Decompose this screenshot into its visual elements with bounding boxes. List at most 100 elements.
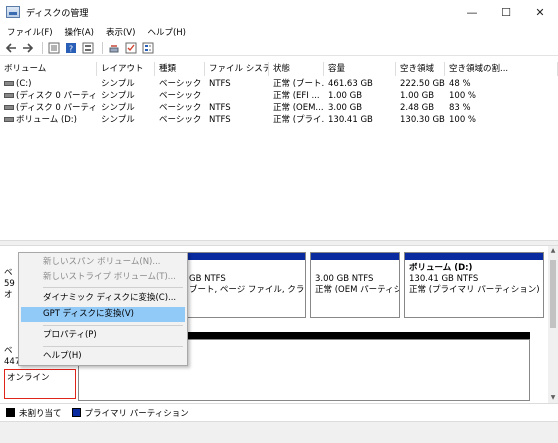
- close-button[interactable]: ✕: [523, 0, 557, 24]
- menu-help[interactable]: ヘルプ(H): [140, 26, 191, 38]
- cell-capacity: 3.00 GB: [328, 103, 363, 113]
- col-free-percent[interactable]: 空き領域の割...: [445, 62, 558, 76]
- cell-layout: シンプル: [101, 115, 135, 125]
- maximize-button[interactable]: ☐: [489, 0, 523, 24]
- menu-separator: [43, 346, 183, 347]
- menu-file[interactable]: ファイル(F): [0, 26, 58, 38]
- primary-partition-bar: [311, 253, 399, 260]
- title-bar: ディスクの管理 — ☐ ✕: [0, 0, 558, 24]
- toolbar: ?: [0, 40, 558, 56]
- cell-status: 正常 (EFI ...: [273, 91, 320, 101]
- partition-c[interactable]: GB NTFS ブート, ページ ファイル, クラッシュ ダン: [184, 252, 306, 318]
- back-arrow-icon[interactable]: [4, 42, 18, 54]
- cell-free-space: 2.48 GB: [400, 103, 435, 113]
- scroll-up-icon[interactable]: ▲: [548, 246, 558, 256]
- disk-list-icon[interactable]: [47, 42, 61, 54]
- col-capacity[interactable]: 容量: [324, 62, 396, 76]
- partition-status: 正常 (プライマリ パーティション): [409, 285, 540, 295]
- partition-c-text: GB NTFS ブート, ページ ファイル, クラッシュ ダン: [185, 260, 305, 299]
- toolbar-divider: [42, 41, 43, 54]
- col-type[interactable]: 種類: [155, 62, 205, 76]
- menu-new-striped-volume[interactable]: 新しいストライプ ボリューム(T)...: [21, 270, 185, 285]
- window-title: ディスクの管理: [26, 8, 89, 19]
- svg-text:?: ?: [69, 44, 73, 53]
- cell-status: 正常 (OEM...: [273, 103, 324, 113]
- menu-action[interactable]: 操作(A): [58, 26, 99, 38]
- scroll-down-icon[interactable]: ▼: [548, 393, 558, 403]
- minimize-button[interactable]: —: [455, 0, 489, 24]
- partition-status: 正常 (OEM パーティショ: [315, 285, 399, 295]
- menu-help-item[interactable]: ヘルプ(H): [21, 349, 185, 364]
- cell-free-percent: 48 %: [449, 79, 471, 89]
- menu-separator: [43, 287, 183, 288]
- menu-separator: [43, 325, 183, 326]
- primary-partition-bar: [405, 253, 543, 260]
- volume-table-header: ボリューム レイアウト 種類 ファイル システム 状態 容量 空き領域 空き領域…: [0, 62, 558, 76]
- menu-convert-gpt[interactable]: GPT ディスクに変換(V): [21, 307, 185, 322]
- col-free-space[interactable]: 空き領域: [396, 62, 445, 76]
- scroll-thumb[interactable]: [550, 260, 556, 328]
- cell-status: 正常 (プライ...: [273, 115, 324, 125]
- cell-layout: シンプル: [101, 103, 135, 113]
- cell-volume: (C:): [0, 78, 97, 90]
- cell-type: ベーシック: [159, 115, 202, 125]
- menu-convert-dynamic[interactable]: ダイナミック ディスクに変換(C)...: [21, 291, 185, 306]
- cell-free-percent: 83 %: [449, 103, 471, 113]
- volume-icon: [4, 117, 14, 122]
- volume-icon: [4, 105, 14, 110]
- cell-free-space: 1.00 GB: [400, 91, 435, 101]
- forward-arrow-icon[interactable]: [21, 42, 35, 54]
- table-row[interactable]: (ディスク 0 パーティショ... シンプル ベーシック NTFS 正常 (OE…: [0, 102, 558, 114]
- legend-primary: プライマリ パーティション: [84, 408, 189, 419]
- disk-management-icon: [6, 6, 20, 18]
- cell-filesystem: NTFS: [209, 79, 231, 89]
- partition-size: 3.00 GB NTFS: [315, 274, 374, 284]
- partition-oem[interactable]: 3.00 GB NTFS 正常 (OEM パーティショ: [310, 252, 400, 318]
- partition-oem-text: 3.00 GB NTFS 正常 (OEM パーティショ: [311, 260, 399, 299]
- partition-d-text: ボリューム (D:) 130.41 GB NTFS 正常 (プライマリ パーティ…: [405, 260, 543, 299]
- check-icon[interactable]: [124, 42, 138, 54]
- unallocated-swatch: [6, 408, 15, 417]
- table-row[interactable]: (ディスク 0 パーティショ... シンプル ベーシック 正常 (EFI ...…: [0, 90, 558, 102]
- menu-view[interactable]: 表示(V): [99, 26, 140, 38]
- cell-layout: シンプル: [101, 79, 135, 89]
- view-icon[interactable]: [141, 42, 155, 54]
- col-status[interactable]: 状態: [269, 62, 324, 76]
- menu-properties[interactable]: プロパティ(P): [21, 328, 185, 343]
- cell-type: ベーシック: [159, 91, 202, 101]
- volume-icon: [4, 81, 14, 86]
- cell-capacity: 1.00 GB: [328, 91, 363, 101]
- cell-free-space: 222.50 GB: [400, 79, 445, 89]
- toolbar-divider: [102, 41, 103, 54]
- table-row[interactable]: ボリューム (D:) シンプル ベーシック NTFS 正常 (プライ... 13…: [0, 114, 558, 126]
- cell-filesystem: NTFS: [209, 103, 231, 113]
- disk-1-status: オンライン: [7, 373, 50, 383]
- volume-list: ボリューム レイアウト 種類 ファイル システム 状態 容量 空き領域 空き領域…: [0, 62, 558, 240]
- cell-type: ベーシック: [159, 79, 202, 89]
- menu-bar: ファイル(F) 操作(A) 表示(V) ヘルプ(H): [0, 24, 558, 40]
- cell-status: 正常 (ブート...: [273, 79, 324, 89]
- volume-icon: [4, 93, 14, 98]
- disk-map-scrollbar[interactable]: ▲ ▼: [548, 246, 558, 403]
- cell-layout: シンプル: [101, 91, 135, 101]
- table-row[interactable]: (C:) シンプル ベーシック NTFS 正常 (ブート... 461.63 G…: [0, 78, 558, 90]
- partition-status: ブート, ページ ファイル, クラッシュ ダン: [189, 285, 305, 295]
- cell-volume: (ディスク 0 パーティショ...: [0, 102, 97, 114]
- legend-unallocated: 未割り当て: [19, 408, 62, 419]
- cell-filesystem: NTFS: [209, 115, 231, 125]
- col-volume[interactable]: ボリューム: [0, 62, 97, 76]
- primary-partition-bar: [185, 253, 305, 260]
- properties-icon[interactable]: [81, 42, 95, 54]
- cell-type: ベーシック: [159, 103, 202, 113]
- menu-new-spanned-volume[interactable]: 新しいスパン ボリューム(N)...: [21, 255, 185, 270]
- status-bar: [0, 421, 558, 443]
- col-filesystem[interactable]: ファイル システム: [205, 62, 269, 76]
- cell-free-percent: 100 %: [449, 91, 477, 101]
- help-icon[interactable]: ?: [64, 42, 78, 54]
- rescan-icon[interactable]: [107, 42, 121, 54]
- col-layout[interactable]: レイアウト: [97, 62, 155, 76]
- cell-capacity: 130.41 GB: [328, 115, 373, 125]
- primary-partition-swatch: [71, 408, 81, 417]
- cell-filesystem: [205, 90, 269, 102]
- partition-d[interactable]: ボリューム (D:) 130.41 GB NTFS 正常 (プライマリ パーティ…: [404, 252, 544, 318]
